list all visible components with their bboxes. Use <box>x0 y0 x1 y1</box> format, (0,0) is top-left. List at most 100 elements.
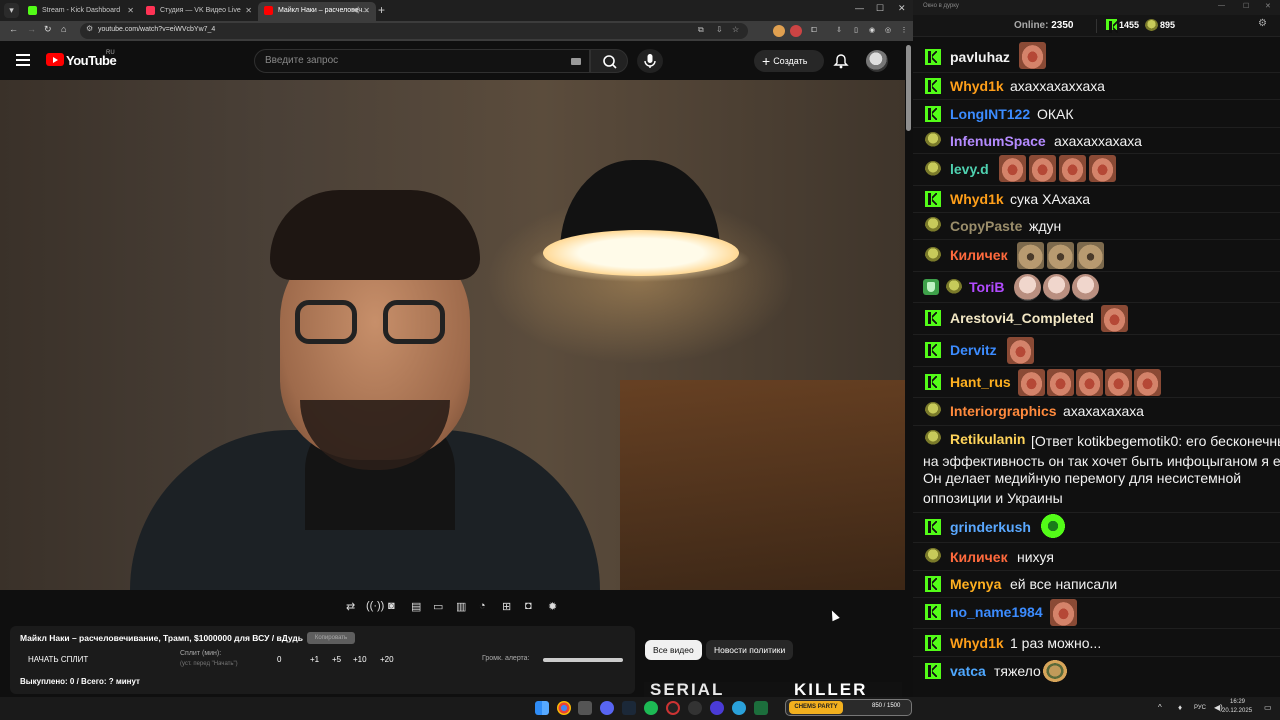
broadcast-icon[interactable]: ((·)) <box>366 600 384 612</box>
extension-icon[interactable] <box>773 25 785 37</box>
notifications-bell-icon[interactable] <box>833 53 849 69</box>
maximize-icon[interactable]: ☐ <box>1243 2 1249 10</box>
telegram-icon[interactable] <box>732 701 746 715</box>
chat-username[interactable]: Whyd1k <box>950 635 1004 651</box>
settings-icon[interactable]: ✹ <box>548 600 557 613</box>
split-minutes-value[interactable]: 0 <box>277 655 281 664</box>
chat-username[interactable]: Whyd1k <box>950 78 1004 94</box>
chat-username[interactable]: Dervitz <box>950 342 997 358</box>
chat-username[interactable]: Hant_rus <box>950 374 1011 390</box>
forward-icon[interactable]: → <box>27 24 36 34</box>
settings-icon[interactable]: ⚙ <box>1258 18 1267 29</box>
tab-kick-dashboard[interactable]: Stream - Kick Dashboard ✕ <box>22 2 140 21</box>
file-explorer-icon[interactable] <box>578 701 592 715</box>
media-player-icon[interactable] <box>710 701 724 715</box>
menu-icon[interactable] <box>16 54 30 66</box>
close-window-icon[interactable]: ✕ <box>1265 2 1271 10</box>
extension-icon[interactable] <box>790 25 802 37</box>
site-info-icon[interactable]: ⚙ <box>86 24 93 33</box>
repeat-icon[interactable]: ⇄ <box>346 600 355 613</box>
notification-icon[interactable]: ▭ <box>1264 703 1272 712</box>
search-button[interactable] <box>590 49 628 73</box>
chat-username[interactable]: no_name1984 <box>950 604 1043 620</box>
add-icon[interactable]: ⊞ <box>502 600 511 613</box>
donation-goal-widget[interactable]: CHEMS PARTY 850 / 1500 <box>785 699 912 716</box>
chat-username[interactable]: InfenumSpace <box>950 133 1046 149</box>
chat-username[interactable]: Киличек <box>950 549 1008 565</box>
chip-politics-news[interactable]: Новости политики <box>706 640 794 660</box>
youtube-logo-icon[interactable] <box>46 53 64 66</box>
sidebar-icon[interactable]: ▯ <box>850 25 862 37</box>
home-icon[interactable]: ⌂ <box>61 24 66 34</box>
minimize-icon[interactable]: — <box>855 3 864 13</box>
speed-icon[interactable]: ◔ <box>479 600 486 612</box>
chat-username[interactable]: LongINT122 <box>950 106 1030 122</box>
download-icon[interactable]: ⇩ <box>833 25 845 37</box>
page-scrollbar[interactable] <box>906 45 911 131</box>
app-icon[interactable] <box>754 701 768 715</box>
clapper-icon[interactable]: ▤ <box>411 600 421 613</box>
close-tab-icon[interactable]: ✕ <box>363 2 370 19</box>
start-icon[interactable] <box>535 701 549 715</box>
tab-youtube-video[interactable]: Майкл Наки – расчеловеч... ◀) ✕ <box>258 2 376 21</box>
start-split-button[interactable]: НАЧАТЬ СПЛИТ <box>28 655 88 664</box>
reload-icon[interactable]: ↻ <box>44 24 52 35</box>
clock-date[interactable]: 20.12.2025 <box>1222 708 1252 714</box>
translate-icon[interactable]: ⧉ <box>698 25 704 35</box>
reply-quote[interactable]: [Ответ kotikbegemotik0: его бесконечный … <box>1031 433 1280 449</box>
bookmark-star-icon[interactable]: ☆ <box>732 25 739 34</box>
create-button[interactable]: + Создать <box>754 50 824 72</box>
maximize-icon[interactable]: ☐ <box>876 3 884 14</box>
chat-username[interactable]: Interiorgraphics <box>950 403 1057 419</box>
install-icon[interactable]: ⇩ <box>716 25 723 34</box>
chat-username[interactable]: CopyPaste <box>950 218 1022 234</box>
chat-username[interactable]: Meynya <box>950 576 1001 592</box>
minimize-icon[interactable]: — <box>1218 2 1225 9</box>
tab-vk-studio[interactable]: Студия — VK Видео Live ✕ <box>140 2 258 21</box>
spotify-icon[interactable] <box>644 701 658 715</box>
camera-icon[interactable]: ◘ <box>525 600 532 612</box>
video-player[interactable] <box>0 80 905 590</box>
chat-username[interactable]: Retikulanin <box>950 431 1025 447</box>
alert-volume-slider[interactable] <box>543 658 623 662</box>
increment-button[interactable]: +20 <box>380 655 394 664</box>
window-icon[interactable]: ▭ <box>433 600 443 613</box>
increment-button[interactable]: +10 <box>353 655 367 664</box>
speaker-icon[interactable]: ◀) <box>352 2 360 19</box>
account-icon[interactable]: ◎ <box>882 25 894 37</box>
chat-username[interactable]: grinderkush <box>950 519 1031 535</box>
chevron-up-icon[interactable]: ^ <box>1158 703 1162 712</box>
copy-button[interactable]: Копировать <box>307 632 355 644</box>
chip-all-videos[interactable]: Все видео <box>645 640 702 660</box>
chrome-icon[interactable] <box>557 701 571 715</box>
tab-search-button[interactable]: ▾ <box>4 3 19 18</box>
search-input[interactable]: Введите запрос <box>254 49 590 73</box>
obs-icon[interactable] <box>666 701 680 715</box>
browser-menu-icon[interactable]: ⋮ <box>898 25 910 37</box>
close-tab-icon[interactable]: ✕ <box>245 2 252 19</box>
address-bar[interactable]: ⚙ youtube.com/watch?v=eiWVcbYw7_4 ⧉ ⇩ ☆ <box>80 23 748 39</box>
eye-icon[interactable]: ◙ <box>388 600 395 612</box>
mic-tray-icon[interactable]: ♦ <box>1178 703 1182 712</box>
chat-username[interactable]: Whyd1k <box>950 191 1004 207</box>
reply-quote-continued[interactable]: на эффективность он так хочет быть инфоц… <box>923 453 1280 469</box>
voice-search-button[interactable] <box>637 49 663 73</box>
chat-username[interactable]: Киличек <box>950 247 1008 263</box>
chat-username[interactable]: pavluhaz <box>950 49 1010 65</box>
chat-username[interactable]: ToriB <box>969 279 1005 295</box>
chat-username[interactable]: Arestovi4_Completed <box>950 310 1094 326</box>
close-tab-icon[interactable]: ✕ <box>127 2 134 19</box>
discord-icon[interactable] <box>600 701 614 715</box>
increment-button[interactable]: +1 <box>310 655 319 664</box>
next-video-thumbnail[interactable]: SERIAL KILLER <box>644 682 902 697</box>
clock-time[interactable]: 16:29 <box>1230 699 1245 705</box>
filmstrip-icon[interactable]: ▥ <box>456 600 466 613</box>
profile-icon[interactable]: ◉ <box>866 25 878 37</box>
chat-username[interactable]: levy.d <box>950 161 989 177</box>
chat-username[interactable]: vatca <box>950 663 986 679</box>
language-indicator[interactable]: РУС <box>1194 705 1206 711</box>
app-icon[interactable] <box>688 701 702 715</box>
steam-icon[interactable] <box>622 701 636 715</box>
extensions-puzzle-icon[interactable]: ⧠ <box>808 25 820 37</box>
back-icon[interactable]: ← <box>9 24 18 34</box>
